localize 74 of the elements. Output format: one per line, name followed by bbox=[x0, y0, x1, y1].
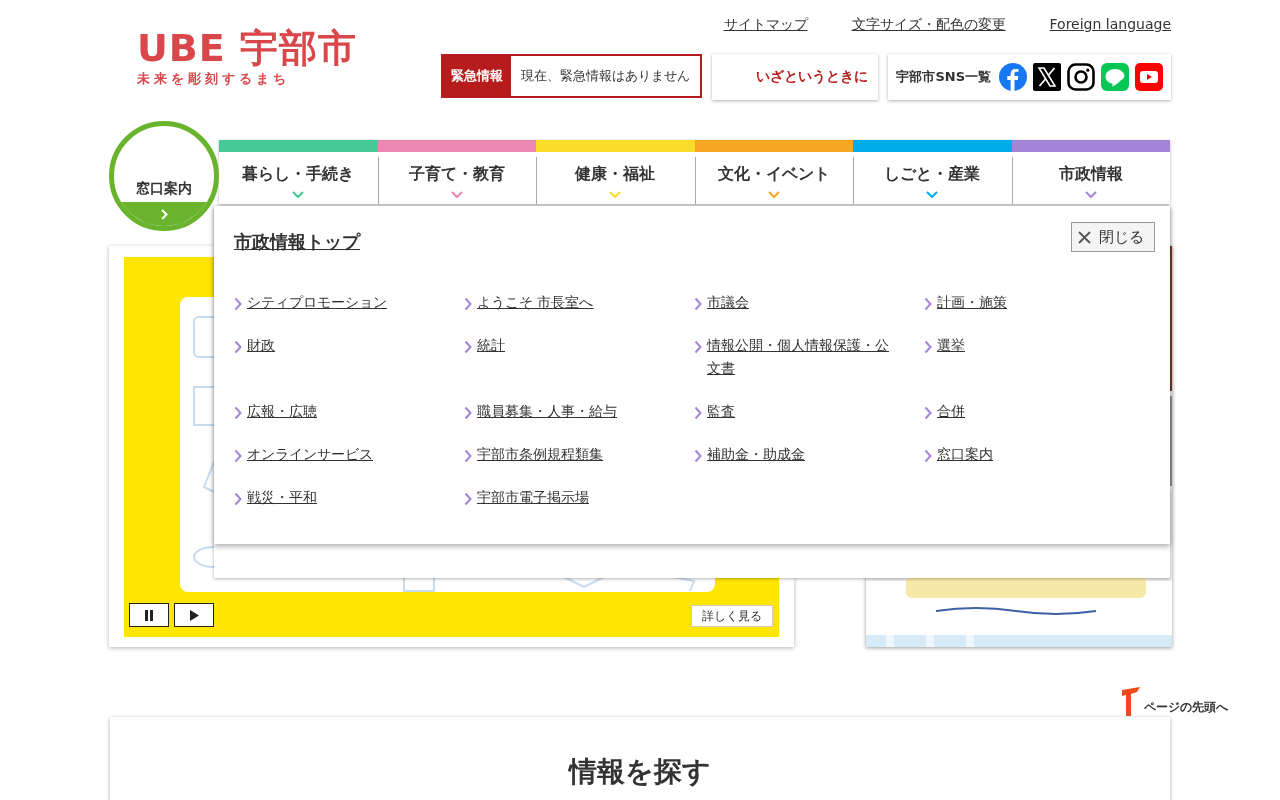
menu-link[interactable]: 補助金・助成金 bbox=[707, 443, 805, 466]
nav-tab[interactable]: しごと・産業 bbox=[853, 140, 1012, 204]
chevron-down-icon bbox=[926, 191, 939, 198]
disaster-link[interactable]: いざというときに bbox=[712, 54, 879, 100]
menu-link[interactable]: 職員募集・人事・給与 bbox=[477, 400, 617, 423]
chevron-right-icon bbox=[234, 340, 242, 354]
menu-link[interactable]: 窓口案内 bbox=[937, 443, 993, 466]
menu-link[interactable]: 計画・施策 bbox=[937, 291, 1007, 314]
menu-link[interactable]: 統計 bbox=[477, 334, 505, 357]
utility-link[interactable]: Foreign language bbox=[1049, 16, 1171, 34]
chevron-right-icon bbox=[234, 449, 242, 463]
play-icon bbox=[189, 609, 199, 621]
dropdown-title-link[interactable]: 市政情報トップ bbox=[234, 231, 360, 252]
youtube-icon[interactable] bbox=[1135, 63, 1163, 91]
menu-link[interactable]: 財政 bbox=[247, 334, 275, 357]
nav-tab[interactable]: 子育て・教育 bbox=[377, 140, 536, 204]
sns-label: 宇部市SNS一覧 bbox=[896, 68, 991, 86]
chevron-right-icon bbox=[694, 297, 702, 311]
menu-link[interactable]: 戦災・平和 bbox=[247, 486, 317, 509]
chevron-right-icon bbox=[464, 406, 472, 420]
utility-link[interactable]: 文字サイズ・配色の変更 bbox=[851, 16, 1006, 34]
chevron-right-icon bbox=[234, 492, 242, 506]
nav-tab[interactable]: 健康・福祉 bbox=[536, 140, 695, 204]
chevron-right-icon bbox=[924, 449, 932, 463]
emergency-message: 現在、緊急情報はありません bbox=[520, 67, 692, 85]
chevron-right-icon bbox=[464, 340, 472, 354]
menu-link[interactable]: 宇部市条例規程類集 bbox=[477, 443, 603, 466]
utility-link[interactable]: サイトマップ bbox=[723, 16, 808, 34]
nav-tab[interactable]: 暮らし・手続き bbox=[219, 140, 378, 204]
play-button[interactable] bbox=[174, 603, 214, 627]
chevron-down-icon bbox=[767, 191, 780, 198]
close-button[interactable]: 閉じる bbox=[1071, 222, 1155, 252]
chevron-down-icon bbox=[1084, 191, 1097, 198]
details-button[interactable]: 詳しく見る bbox=[691, 605, 773, 627]
facebook-icon[interactable] bbox=[999, 63, 1027, 91]
menu-link[interactable]: オンラインサービス bbox=[247, 443, 373, 466]
chevron-right-icon bbox=[694, 340, 702, 354]
chevron-right-icon bbox=[464, 492, 472, 506]
chevron-right-icon bbox=[924, 406, 932, 420]
menu-link[interactable]: 合併 bbox=[937, 400, 965, 423]
nav-tab[interactable]: 市政情報 bbox=[1011, 140, 1170, 204]
menu-link[interactable]: ようこそ 市長室へ bbox=[477, 291, 594, 314]
emergency-label: 緊急情報 bbox=[443, 56, 512, 96]
chevron-right-icon bbox=[924, 340, 932, 354]
menu-link[interactable]: 市議会 bbox=[707, 291, 749, 314]
chevron-right-icon bbox=[464, 297, 472, 311]
page-top-icon bbox=[1120, 686, 1142, 716]
chevron-right-icon bbox=[234, 297, 242, 311]
menu-link[interactable]: 広報・広聴 bbox=[247, 400, 317, 423]
logo-wordmark[interactable]: UBE 宇部市 bbox=[137, 26, 357, 70]
chevron-down-icon bbox=[609, 191, 622, 198]
pause-icon bbox=[144, 609, 154, 621]
instagram-icon[interactable] bbox=[1067, 63, 1095, 91]
back-to-top-button[interactable]: ページの先頭へ bbox=[1120, 686, 1228, 716]
nav-tab[interactable]: 文化・イベント bbox=[694, 140, 853, 204]
chevron-down-icon bbox=[450, 191, 463, 198]
chevron-right-icon bbox=[464, 449, 472, 463]
chevron-down-icon bbox=[292, 191, 305, 198]
menu-link[interactable]: 選挙 bbox=[937, 334, 965, 357]
chevron-right-icon bbox=[234, 406, 242, 420]
section-heading: 情報を探す bbox=[569, 754, 711, 790]
counter-guide-button[interactable]: 窓口案内 bbox=[109, 121, 219, 231]
x-icon[interactable] bbox=[1033, 63, 1061, 91]
menu-link[interactable]: シティプロモーション bbox=[247, 291, 387, 314]
chevron-right-icon bbox=[924, 297, 932, 311]
chevron-right-icon bbox=[694, 449, 702, 463]
pause-button[interactable] bbox=[129, 603, 169, 627]
menu-link[interactable]: 宇部市電子掲示場 bbox=[477, 486, 589, 509]
menu-link[interactable]: 情報公開・個人情報保護・公文書 bbox=[707, 334, 897, 380]
menu-link[interactable]: 監査 bbox=[707, 400, 735, 423]
close-icon bbox=[1078, 230, 1091, 244]
chevron-right-icon bbox=[694, 406, 702, 420]
chevron-right-icon bbox=[160, 208, 168, 220]
logo-tagline: 未来を彫刻するまち bbox=[137, 70, 290, 88]
